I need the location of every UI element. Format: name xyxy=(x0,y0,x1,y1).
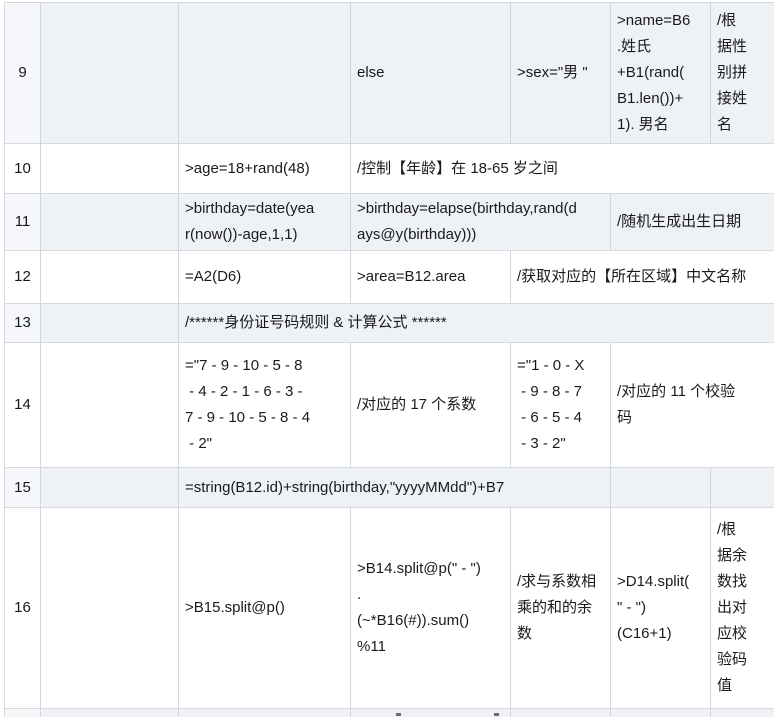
cell-F11-G11[interactable]: /随机生成出生日期 xyxy=(611,194,774,251)
table-row-16: 16 >B15.split@p() >B14.split@p(" - ") . … xyxy=(5,508,774,709)
cell-E14[interactable]: ="1 - 0 - X - 9 - 8 - 7 - 6 - 5 - 4 - 3 … xyxy=(511,343,611,468)
cell-B15[interactable] xyxy=(41,468,179,508)
cell-F9[interactable]: >name=B6 .姓氏 +B1(rand( B1.len())+ 1). 男名 xyxy=(611,3,711,144)
table-row-12: 12 =A2(D6) >area=B12.area /获取对应的【所在区域】中文… xyxy=(5,251,774,304)
cell-D9[interactable]: else xyxy=(351,3,511,144)
cell-G16[interactable]: /根 据余 数找 出对 应校 验码 值 xyxy=(711,508,774,709)
row-header-17[interactable] xyxy=(5,709,41,717)
cell-C15-E15[interactable]: =string(B12.id)+string(birthday,"yyyyMMd… xyxy=(179,468,611,508)
row-header-14[interactable]: 14 xyxy=(5,343,41,468)
row-header-9[interactable]: 9 xyxy=(5,3,41,144)
cell-B13[interactable] xyxy=(41,304,179,343)
cell-C16[interactable]: >B15.split@p() xyxy=(179,508,351,709)
formula-table: 9 else >sex="男 " >name=B6 .姓氏 +B1(rand( … xyxy=(4,2,774,717)
cell-E17[interactable] xyxy=(511,709,611,717)
cell-E9[interactable]: >sex="男 " xyxy=(511,3,611,144)
table-row-10: 10 >age=18+rand(48) /控制【年龄】在 18-65 岁之间 xyxy=(5,144,774,194)
table-row-11: 11 >birthday=date(yea r(now())-age,1,1) … xyxy=(5,194,774,251)
cell-C11[interactable]: >birthday=date(yea r(now())-age,1,1) xyxy=(179,194,351,251)
row-header-11[interactable]: 11 xyxy=(5,194,41,251)
table-row-9: 9 else >sex="男 " >name=B6 .姓氏 +B1(rand( … xyxy=(5,3,774,144)
table-row-15: 15 =string(B12.id)+string(birthday,"yyyy… xyxy=(5,468,774,508)
cell-B17[interactable] xyxy=(41,709,179,717)
cell-B12[interactable] xyxy=(41,251,179,304)
cell-F17[interactable] xyxy=(611,709,711,717)
table-row-17-clipped xyxy=(5,709,774,717)
cell-C12[interactable]: =A2(D6) xyxy=(179,251,351,304)
row-header-10[interactable]: 10 xyxy=(5,144,41,194)
cell-C14[interactable]: ="7 - 9 - 10 - 5 - 8 - 4 - 2 - 1 - 6 - 3… xyxy=(179,343,351,468)
cell-D12[interactable]: >area=B12.area xyxy=(351,251,511,304)
table-row-13: 13 /******身份证号码规则 & 计算公式 ****** xyxy=(5,304,774,343)
cell-G15[interactable] xyxy=(711,468,774,508)
cell-G9[interactable]: /根 据性 别拼 接姓 名 xyxy=(711,3,774,144)
table-row-14: 14 ="7 - 9 - 10 - 5 - 8 - 4 - 2 - 1 - 6 … xyxy=(5,343,774,468)
row-header-13[interactable]: 13 xyxy=(5,304,41,343)
cell-E16[interactable]: /求与系数相 乘的和的余 数 xyxy=(511,508,611,709)
cell-B11[interactable] xyxy=(41,194,179,251)
cell-F16[interactable]: >D14.split( " - ") (C16+1) xyxy=(611,508,711,709)
cell-B14[interactable] xyxy=(41,343,179,468)
clipped-text-fragment xyxy=(396,713,401,716)
row-header-12[interactable]: 12 xyxy=(5,251,41,304)
cell-D14[interactable]: /对应的 17 个系数 xyxy=(351,343,511,468)
cell-B10[interactable] xyxy=(41,144,179,194)
cell-B16[interactable] xyxy=(41,508,179,709)
cell-D17[interactable] xyxy=(351,709,511,717)
cell-D16[interactable]: >B14.split@p(" - ") . (~*B16(#)).sum() %… xyxy=(351,508,511,709)
spreadsheet-grid: 9 else >sex="男 " >name=B6 .姓氏 +B1(rand( … xyxy=(0,0,774,717)
cell-C9[interactable] xyxy=(179,3,351,144)
cell-C13-G13[interactable]: /******身份证号码规则 & 计算公式 ****** xyxy=(179,304,774,343)
clipped-text-fragment xyxy=(494,713,499,716)
cell-F15[interactable] xyxy=(611,468,711,508)
cell-B9[interactable] xyxy=(41,3,179,144)
cell-G17[interactable] xyxy=(711,709,774,717)
cell-F14-G14[interactable]: /对应的 11 个校验 码 xyxy=(611,343,774,468)
cell-C10[interactable]: >age=18+rand(48) xyxy=(179,144,351,194)
cell-E12-G12[interactable]: /获取对应的【所在区域】中文名称 xyxy=(511,251,774,304)
cell-D11-E11[interactable]: >birthday=elapse(birthday,rand(d ays@y(b… xyxy=(351,194,611,251)
cell-D10-G10[interactable]: /控制【年龄】在 18-65 岁之间 xyxy=(351,144,774,194)
row-header-16[interactable]: 16 xyxy=(5,508,41,709)
cell-C17[interactable] xyxy=(179,709,351,717)
row-header-15[interactable]: 15 xyxy=(5,468,41,508)
